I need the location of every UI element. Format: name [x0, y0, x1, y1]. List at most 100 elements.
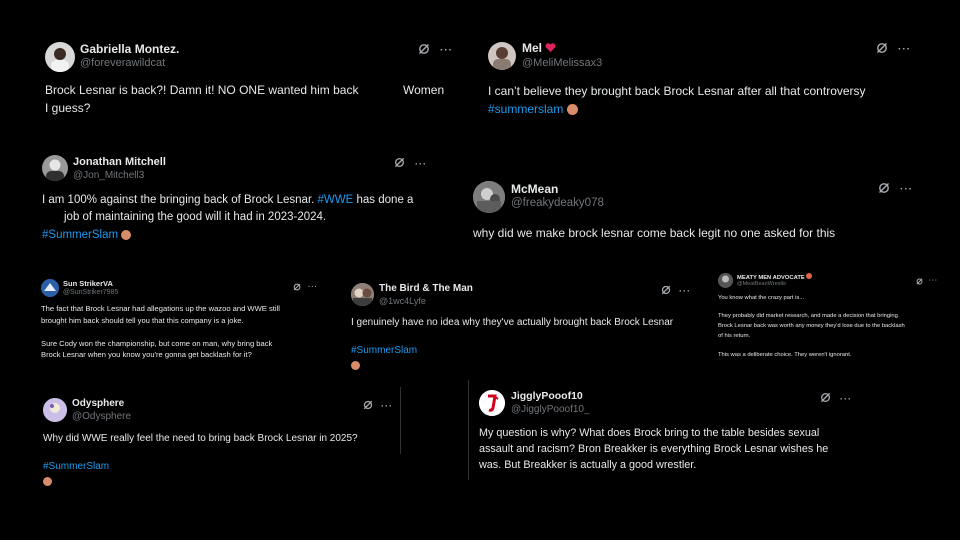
grok-icon[interactable] [394, 155, 405, 173]
grok-icon[interactable] [418, 42, 430, 60]
post-text: Why did WWE really feel the need to brin… [43, 433, 358, 444]
author-name[interactable]: JigglyPooof10 [511, 390, 583, 402]
grok-icon[interactable] [916, 272, 923, 290]
avatar[interactable] [43, 398, 67, 422]
post-text-line: I can’t believe they brought back Brock … [488, 84, 866, 98]
post-text: My question is why? What does Brock brin… [479, 425, 859, 474]
avatar-image-icon [46, 159, 64, 181]
post-actions: ··· [820, 390, 852, 408]
post-text-line: brought him back should tell you that th… [41, 315, 244, 325]
post-text-line: Sure Cody won the championship, but come… [41, 338, 273, 348]
author-name[interactable]: The Bird & The Man [379, 283, 473, 294]
post-text: You know what the crazy part is... They … [718, 293, 943, 360]
red-heart-emoji-icon [545, 43, 556, 52]
more-options-icon[interactable]: ··· [679, 286, 691, 296]
avatar[interactable] [45, 42, 75, 72]
post-actions: ··· [876, 41, 911, 59]
author-handle[interactable]: @JigglyPooof10_ [511, 404, 590, 415]
more-options-icon[interactable]: ··· [381, 401, 393, 411]
post-text-line: assault and racism? Bron Breakker is eve… [479, 443, 829, 456]
avatar[interactable] [718, 273, 733, 288]
post-actions: ··· [394, 155, 427, 173]
post-side-text: Women [403, 83, 445, 97]
post-text-line: This was a deliberate choice. They weren… [718, 351, 852, 358]
summerslam-emoji-icon [121, 229, 132, 240]
post-text-segment: I am 100% against the bringing back of B… [42, 194, 315, 206]
more-options-icon[interactable]: ··· [308, 284, 318, 291]
author-name[interactable]: MEATY MEN ADVOCATE [737, 273, 813, 281]
avatar[interactable] [41, 279, 59, 297]
author-handle[interactable]: @1wc4Lyfe [379, 296, 426, 306]
post-text-line: was. But Breakker is actually a good wre… [479, 459, 697, 472]
post-text: The fact that Brock Lesnar had allegatio… [41, 303, 331, 361]
post-actions: ··· [878, 181, 913, 199]
author-name[interactable]: Gabriella Montez. [80, 42, 179, 56]
grok-icon[interactable] [661, 282, 671, 300]
author-handle[interactable]: @foreverawildcat [80, 57, 165, 69]
more-options-icon[interactable]: ··· [440, 46, 453, 56]
post-text-line: The fact that Brock Lesnar had allegatio… [41, 304, 280, 313]
post-text: I genuinely have no idea why they've act… [351, 317, 674, 328]
avatar-image-icon [493, 47, 511, 70]
post-text-line: of his return. [718, 333, 751, 340]
hashtag-link[interactable]: #SummerSlam [43, 461, 109, 472]
post-actions: ··· [293, 278, 318, 296]
avatar-image-icon [479, 390, 505, 416]
grok-icon[interactable] [876, 41, 888, 59]
author-name[interactable]: Mel [522, 41, 556, 55]
post-text-line: Brock Lesnar when you know you're gonna … [41, 350, 252, 360]
post-text-segment: has done a [356, 194, 414, 206]
emoji-badge-icon [806, 273, 813, 279]
grok-icon[interactable] [293, 278, 301, 296]
more-options-icon[interactable]: ··· [929, 278, 938, 284]
post-text-line: They probably did market research, and m… [718, 313, 898, 320]
author-handle[interactable]: @SunStriker7985 [63, 289, 118, 296]
hashtag-link[interactable]: #summerslam [488, 102, 563, 116]
avatar-image-icon [718, 273, 733, 288]
hashtag-link[interactable]: #WWE [318, 194, 354, 206]
summerslam-emoji-icon [351, 361, 360, 370]
grok-icon[interactable] [363, 397, 373, 415]
more-options-icon[interactable]: ··· [900, 185, 913, 195]
author-name-text: Mel [522, 41, 543, 55]
more-options-icon[interactable]: ··· [898, 45, 911, 55]
post-text-line: I guess? [45, 101, 91, 115]
post-text: why did we make brock lesnar come back l… [473, 226, 836, 240]
author-name[interactable]: Jonathan Mitchell [73, 156, 166, 168]
more-options-icon[interactable]: ··· [415, 159, 427, 169]
avatar[interactable] [488, 42, 516, 70]
avatar-image-icon [51, 48, 69, 72]
author-handle[interactable]: @MeliMelissax3 [522, 57, 602, 69]
post-text-line: Brock Lesnar back was worth any money th… [718, 323, 905, 330]
author-handle[interactable]: @MeatBeanWrestle [737, 281, 786, 287]
summerslam-emoji-icon [566, 104, 578, 115]
avatar[interactable] [42, 155, 68, 181]
avatar[interactable] [479, 390, 505, 416]
hashtag-link[interactable]: #SummerSlam [351, 345, 417, 356]
author-handle[interactable]: @Odysphere [72, 411, 131, 422]
post-text-line: #SummerSlam [43, 459, 109, 489]
author-handle[interactable]: @freakydeaky078 [511, 197, 604, 209]
post-actions: ··· [363, 397, 393, 415]
author-handle[interactable]: @Jon_Mitchell3 [73, 170, 144, 181]
author-name[interactable]: Odysphere [72, 398, 124, 409]
grok-icon[interactable] [820, 390, 831, 408]
divider [400, 387, 401, 454]
avatar-image-icon [351, 283, 374, 306]
post-actions: ··· [916, 272, 938, 290]
grok-icon[interactable] [878, 181, 890, 199]
post-text-line: My question is why? What does Brock brin… [479, 427, 820, 439]
hashtag-link[interactable]: #SummerSlam [42, 229, 118, 241]
post-text-line: job of maintaining the good will it had … [64, 211, 327, 224]
avatar[interactable] [473, 181, 505, 213]
divider [468, 380, 469, 480]
post-text-line: #summerslam [488, 100, 928, 118]
more-options-icon[interactable]: ··· [840, 394, 852, 404]
avatar-image-icon [43, 398, 67, 422]
post-text-line: #SummerSlam [42, 227, 432, 244]
avatar[interactable] [351, 283, 374, 306]
author-name[interactable]: McMean [511, 182, 558, 196]
author-name[interactable]: Sun StrikerVA [63, 279, 113, 288]
